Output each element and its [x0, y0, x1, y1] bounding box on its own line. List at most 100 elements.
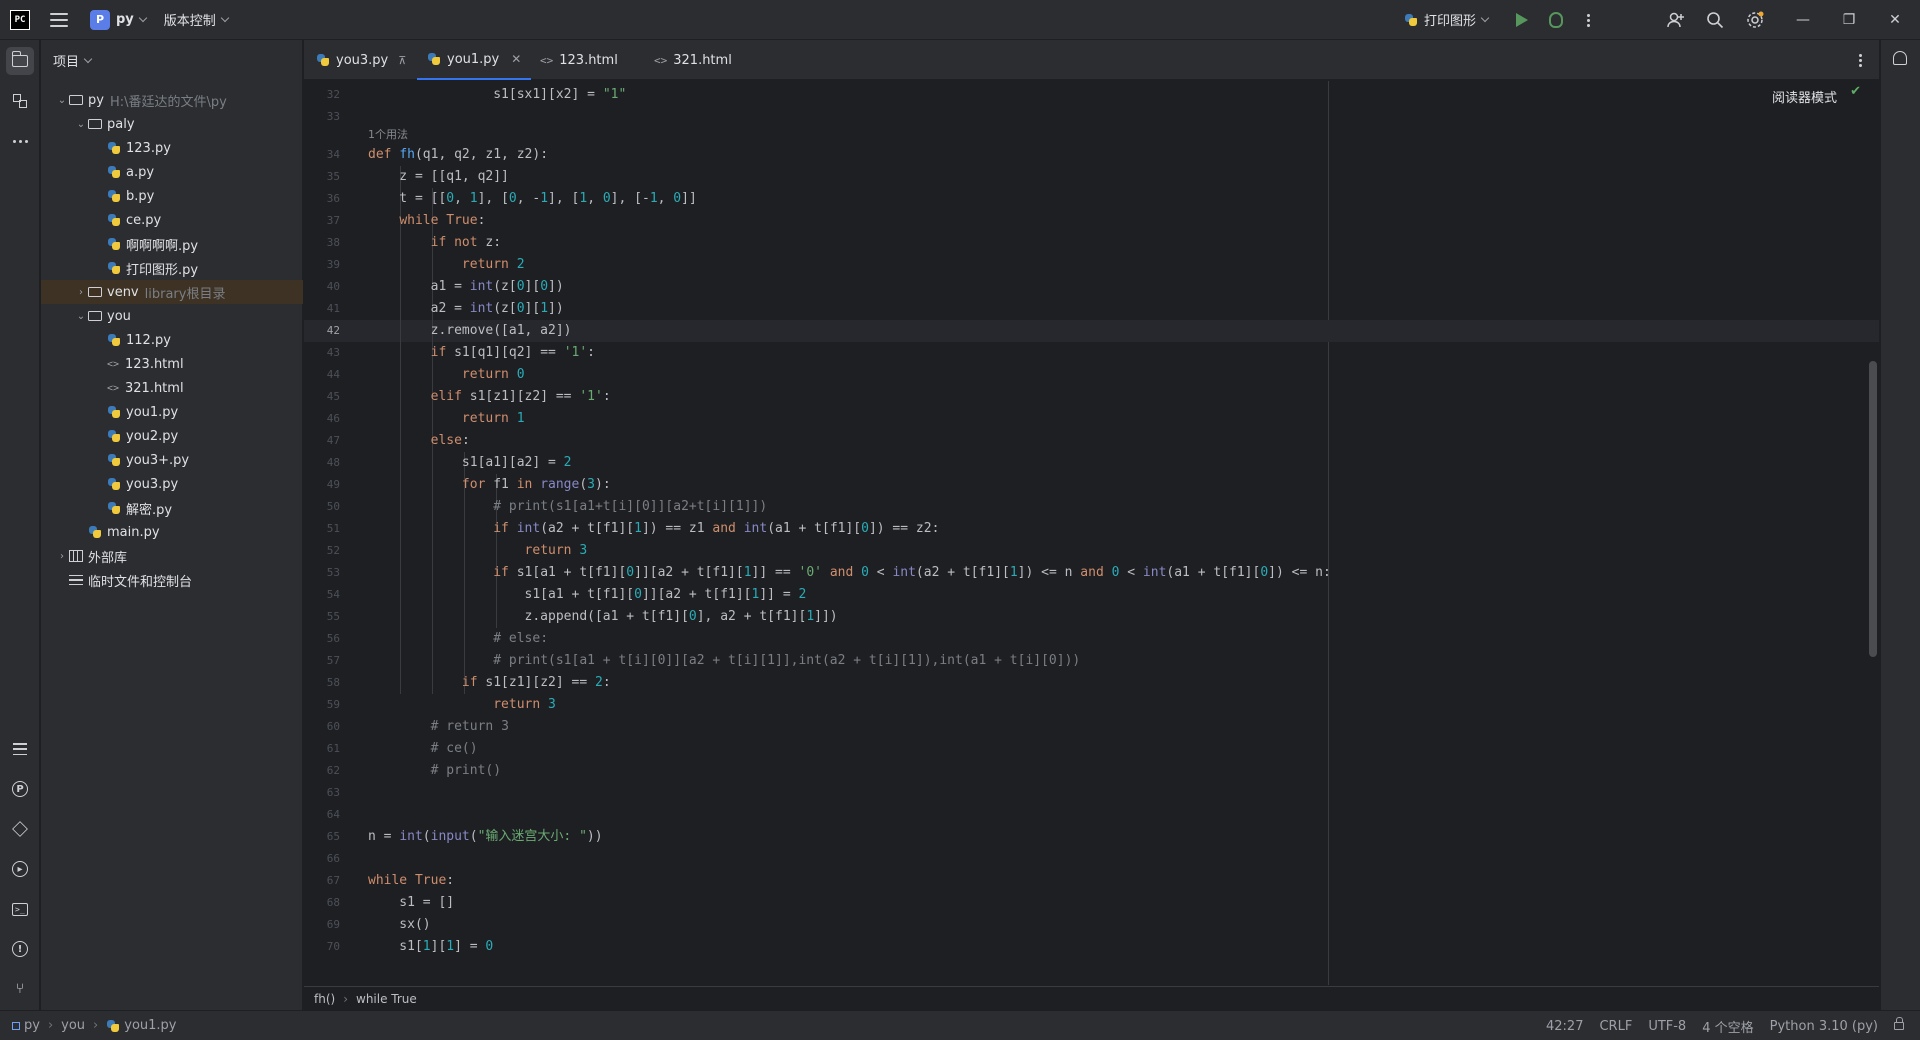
chevron-right-icon[interactable]: ›: [55, 551, 69, 562]
code-line[interactable]: t = [[0, 1], [0, -1], [1, 0], [-1, 0]]: [368, 188, 1868, 210]
tree-item-py[interactable]: 112.py: [41, 328, 303, 352]
tree-item-py[interactable]: b.py: [41, 184, 303, 208]
code-line[interactable]: z = [[q1, q2]]: [368, 166, 1868, 188]
run-config-selector[interactable]: 打印图形: [1404, 10, 1490, 29]
code-line[interactable]: else:: [368, 430, 1868, 452]
code-line[interactable]: if int(a2 + t[f1][1]) == z1 and int(a1 +…: [368, 518, 1868, 540]
code-area[interactable]: s1[sx1][x2] = "1" def fh(q1, q2, z1, z2):…: [368, 81, 1868, 985]
code-line[interactable]: sx(): [368, 914, 1868, 936]
code-line[interactable]: [368, 782, 1868, 804]
line-separator[interactable]: CRLF: [1599, 1019, 1632, 1034]
code-line[interactable]: return 3: [368, 694, 1868, 716]
close-tab-icon[interactable]: ✕: [511, 52, 521, 66]
tree-item-py[interactable]: main.py: [41, 520, 303, 544]
path-project[interactable]: py: [24, 1018, 40, 1033]
tree-item-html[interactable]: <> 321.html: [41, 376, 303, 400]
code-line[interactable]: s1 = []: [368, 892, 1868, 914]
code-line[interactable]: [368, 106, 1868, 128]
code-line[interactable]: s1[sx1][x2] = "1": [368, 84, 1868, 106]
code-line[interactable]: z.append([a1 + t[f1][0], a2 + t[f1][1]]): [368, 606, 1868, 628]
python-console-button[interactable]: P: [6, 775, 34, 803]
code-line[interactable]: n = int(input("输入迷宫大小: ")): [368, 826, 1868, 848]
code-line[interactable]: elif s1[z1][z2] == '1':: [368, 386, 1868, 408]
tree-item-py[interactable]: you2.py: [41, 424, 303, 448]
code-line[interactable]: return 3: [368, 540, 1868, 562]
code-line[interactable]: return 1: [368, 408, 1868, 430]
path-folder[interactable]: you: [61, 1018, 85, 1033]
code-line[interactable]: if s1[a1 + t[f1][0]][a2 + t[f1][1]] == '…: [368, 562, 1868, 584]
code-line[interactable]: [368, 804, 1868, 826]
code-line[interactable]: def fh(q1, q2, z1, z2):: [368, 144, 1868, 166]
tree-item-py[interactable]: you1.py: [41, 400, 303, 424]
tree-item-folder[interactable]: › venv library根目录: [41, 280, 303, 304]
search-everywhere-button[interactable]: [1705, 10, 1725, 30]
code-line[interactable]: # else:: [368, 628, 1868, 650]
more-tools-button[interactable]: [6, 127, 34, 155]
vcs-menu[interactable]: 版本控制: [164, 10, 216, 29]
code-editor[interactable]: 32 33 34 35 36 37 38 39 40 41 42 43 44 45 46 47 48 49 50 51…: [304, 81, 1879, 985]
chevron-down-icon[interactable]: ⌄: [74, 311, 88, 322]
debug-button[interactable]: [1546, 10, 1566, 30]
git-button[interactable]: ⑂: [6, 975, 34, 1003]
project-tool-button[interactable]: [6, 47, 34, 75]
more-actions-button[interactable]: [1578, 10, 1598, 30]
no-problems-check-icon[interactable]: ✔: [1850, 84, 1861, 99]
indent-setting[interactable]: 4 个空格: [1702, 1017, 1753, 1036]
tree-item-py[interactable]: 啊啊啊啊.py: [41, 232, 303, 256]
project-badge[interactable]: P: [90, 9, 110, 30]
settings-button[interactable]: [1745, 10, 1765, 30]
code-line[interactable]: while True:: [368, 210, 1868, 232]
breadcrumb-function[interactable]: fh(): [314, 992, 335, 1006]
project-switcher[interactable]: py: [116, 12, 134, 27]
chevron-right-icon[interactable]: ›: [74, 287, 88, 298]
close-window-button[interactable]: ✕: [1872, 0, 1918, 40]
code-line[interactable]: return 2: [368, 254, 1868, 276]
code-line[interactable]: a1 = int(z[0][0]): [368, 276, 1868, 298]
path-file[interactable]: you1.py: [124, 1018, 176, 1033]
usage-inlay-hint[interactable]: 1个用法: [368, 126, 408, 142]
code-line[interactable]: if s1[q1][q2] == '1':: [368, 342, 1868, 364]
code-line[interactable]: if not z:: [368, 232, 1868, 254]
tree-item-scratch[interactable]: 临时文件和控制台: [41, 568, 303, 592]
structure-tool-button[interactable]: [6, 87, 34, 115]
code-line[interactable]: z.remove([a1, a2]): [368, 320, 1868, 342]
code-line[interactable]: # print(s1[a1+t[i][0]][a2+t[i][1]]): [368, 496, 1868, 518]
tab-you1-py[interactable]: you1.py ✕: [417, 40, 532, 80]
chevron-down-icon[interactable]: ⌄: [74, 119, 88, 130]
tree-item-py[interactable]: you3+.py: [41, 448, 303, 472]
code-line[interactable]: while True:: [368, 870, 1868, 892]
code-line[interactable]: s1[a1][a2] = 2: [368, 452, 1868, 474]
tree-item-py[interactable]: a.py: [41, 160, 303, 184]
code-line[interactable]: # ce(): [368, 738, 1868, 760]
problems-button[interactable]: !: [6, 935, 34, 963]
file-encoding[interactable]: UTF-8: [1648, 1019, 1686, 1034]
restore-button[interactable]: ❐: [1826, 0, 1872, 40]
tab-actions-button[interactable]: [1850, 50, 1870, 70]
reader-mode-toggle[interactable]: 阅读器模式: [1772, 87, 1837, 106]
code-line[interactable]: if s1[z1][z2] == 2:: [368, 672, 1868, 694]
tree-item-py[interactable]: ce.py: [41, 208, 303, 232]
tab-321-html[interactable]: <> 321.html: [644, 40, 742, 80]
code-line[interactable]: for f1 in range(3):: [368, 474, 1868, 496]
code-line[interactable]: a2 = int(z[0][1]): [368, 298, 1868, 320]
python-packages-button[interactable]: [6, 815, 34, 843]
tab-123-html[interactable]: <> 123.html: [530, 40, 628, 80]
tree-item-lib[interactable]: › 外部库: [41, 544, 303, 568]
breadcrumb-loop[interactable]: while True: [356, 992, 417, 1006]
code-line[interactable]: [368, 848, 1868, 870]
code-line[interactable]: s1[a1 + t[f1][0]][a2 + t[f1][1]] = 2: [368, 584, 1868, 606]
chevron-down-icon[interactable]: ⌄: [55, 95, 69, 106]
tree-item-py[interactable]: 打印图形.py: [41, 256, 303, 280]
tab-you3-py[interactable]: you3.py ⊼: [306, 40, 416, 80]
pin-icon[interactable]: ⊼: [398, 54, 406, 67]
tree-item-py[interactable]: you3.py: [41, 472, 303, 496]
python-interpreter[interactable]: Python 3.10 (py): [1770, 1019, 1878, 1034]
code-line[interactable]: # return 3: [368, 716, 1868, 738]
caret-position[interactable]: 42:27: [1546, 1019, 1583, 1034]
code-line[interactable]: # print(): [368, 760, 1868, 782]
terminal-button[interactable]: >_: [6, 895, 34, 923]
tree-item-py[interactable]: 123.py: [41, 136, 303, 160]
notifications-bell-icon[interactable]: [1893, 51, 1907, 65]
project-panel-header[interactable]: 项目: [41, 40, 302, 80]
todo-tool-button[interactable]: [6, 735, 34, 763]
